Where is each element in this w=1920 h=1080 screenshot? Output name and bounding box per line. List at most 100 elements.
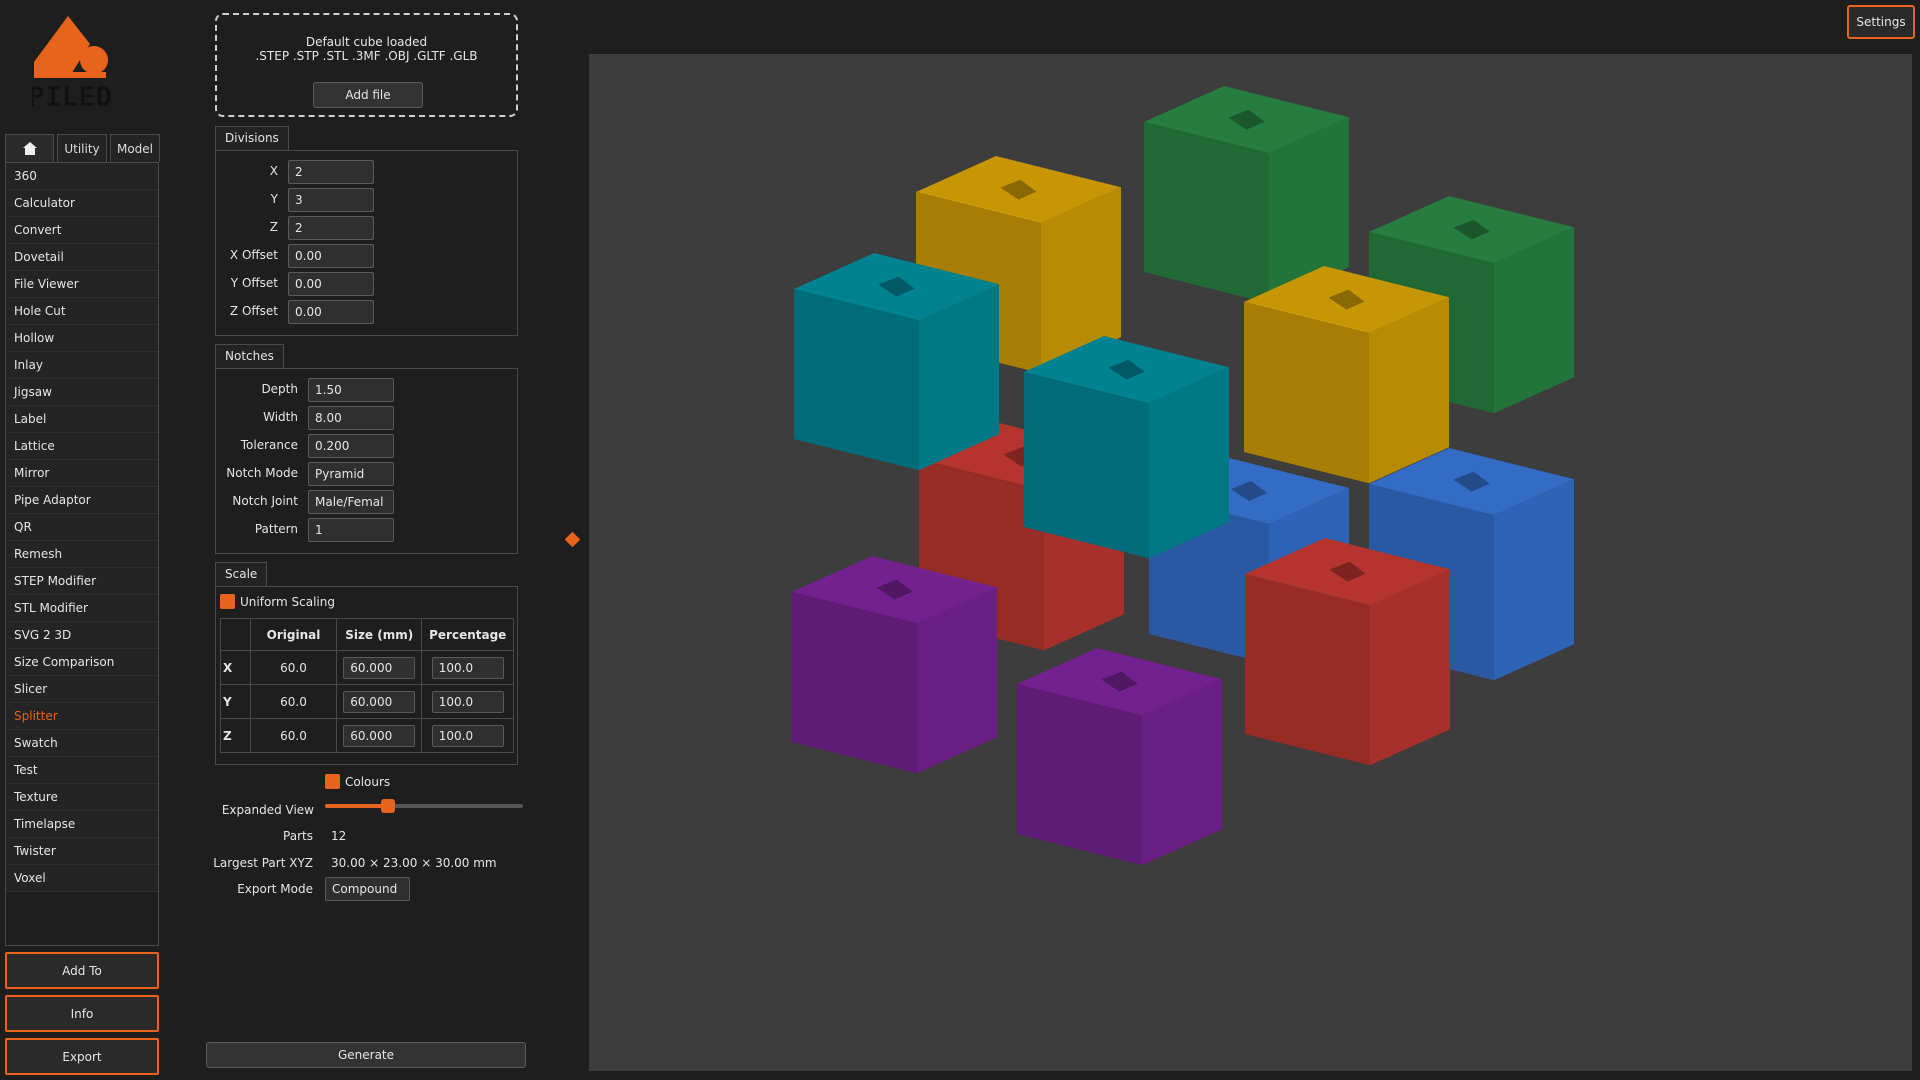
export-button[interactable]: Export bbox=[5, 1038, 159, 1075]
divisions-input-x[interactable]: 2 bbox=[288, 160, 374, 184]
part-10-left bbox=[792, 592, 917, 774]
part-0-left bbox=[1144, 122, 1269, 304]
percent-input[interactable]: 100.0 bbox=[431, 724, 504, 747]
tool-list: 360 Calculator Convert Dovetail File Viewer H… bbox=[5, 162, 159, 946]
divisions-input-z-offset[interactable]: 0.00 bbox=[288, 300, 374, 324]
panel-collapse-handle[interactable] bbox=[564, 531, 581, 548]
notches-input-width[interactable]: 8.00 bbox=[308, 406, 394, 430]
part-11-left bbox=[1017, 684, 1142, 866]
export-mode-label: Export Mode bbox=[237, 882, 313, 896]
percent-input[interactable]: 100.0 bbox=[431, 656, 504, 679]
size-cell: 60.000 bbox=[335, 684, 423, 719]
divisions-label-z: Z bbox=[269, 220, 278, 234]
size-input[interactable]: 60.000 bbox=[343, 656, 416, 679]
notches-label-width: Width bbox=[263, 410, 298, 424]
settings-button[interactable]: Settings bbox=[1847, 5, 1915, 39]
tool-item-jigsaw[interactable]: Jigsaw bbox=[6, 379, 158, 406]
checkbox-icon bbox=[220, 594, 235, 609]
col-original: Original bbox=[250, 618, 337, 651]
notches-input-tolerance[interactable]: 0.200 bbox=[308, 434, 394, 458]
tool-item-file-viewer[interactable]: File Viewer bbox=[6, 271, 158, 298]
tool-item-inlay[interactable]: Inlay bbox=[6, 352, 158, 379]
tool-item-swatch[interactable]: Swatch bbox=[6, 730, 158, 757]
notches-group: Depth 1.50 Width 8.00 Tolerance 0.200 Notch Mo… bbox=[215, 368, 518, 554]
slider-thumb[interactable] bbox=[381, 799, 396, 813]
generate-button[interactable]: Generate bbox=[206, 1042, 526, 1068]
tool-item-lattice[interactable]: Lattice bbox=[6, 433, 158, 460]
uniform-scaling-label: Uniform Scaling bbox=[240, 594, 335, 609]
tab-home[interactable] bbox=[5, 134, 54, 162]
tool-item-test[interactable]: Test bbox=[6, 757, 158, 784]
tool-item-slicer[interactable]: Slicer bbox=[6, 676, 158, 703]
slider-fill bbox=[325, 804, 389, 808]
tool-item-mirror[interactable]: Mirror bbox=[6, 460, 158, 487]
notches-label-notch-mode: Notch Mode bbox=[226, 466, 298, 480]
tool-item-hole-cut[interactable]: Hole Cut bbox=[6, 298, 158, 325]
percent-cell: 100.0 bbox=[421, 718, 514, 753]
notches-input-notch-joint[interactable]: Male/Femal bbox=[308, 490, 394, 514]
tool-tabs: Utility Model bbox=[5, 134, 160, 162]
split-cube-parts bbox=[792, 86, 1574, 866]
notches-input-notch-mode[interactable]: Pyramid bbox=[308, 462, 394, 486]
tool-item-calculator[interactable]: Calculator bbox=[6, 190, 158, 217]
tool-item-texture[interactable]: Texture bbox=[6, 784, 158, 811]
divisions-input-z[interactable]: 2 bbox=[288, 216, 374, 240]
home-icon bbox=[22, 142, 37, 155]
size-input[interactable]: 60.000 bbox=[343, 724, 416, 747]
info-button[interactable]: Info bbox=[5, 995, 159, 1032]
tool-item-dovetail[interactable]: Dovetail bbox=[6, 244, 158, 271]
row-axis: Y bbox=[220, 684, 251, 719]
row-axis: Z bbox=[220, 718, 251, 753]
tab-utility[interactable]: Utility bbox=[57, 134, 107, 162]
scale-tab[interactable]: Scale bbox=[215, 562, 268, 586]
percent-cell: 100.0 bbox=[421, 650, 514, 685]
piled-logo: PILED bbox=[32, 16, 112, 113]
file-drop-zone[interactable]: Default cube loaded .STEP .STP .STL .3MF… bbox=[215, 13, 518, 117]
notches-label-pattern: Pattern bbox=[254, 522, 298, 536]
expanded-view-slider[interactable] bbox=[325, 799, 523, 813]
part-8-left bbox=[794, 289, 919, 471]
logo-text: PILED bbox=[32, 80, 112, 113]
col-percentage: Percentage bbox=[421, 618, 514, 651]
tool-item-remesh[interactable]: Remesh bbox=[6, 541, 158, 568]
table-row: Z 60.0 60.000 100.0 bbox=[220, 718, 514, 753]
tab-model[interactable]: Model bbox=[110, 134, 160, 162]
notches-tab[interactable]: Notches bbox=[215, 344, 284, 368]
tool-item-svg-2-3d[interactable]: SVG 2 3D bbox=[6, 622, 158, 649]
divisions-input-y[interactable]: 3 bbox=[288, 188, 374, 212]
percent-cell: 100.0 bbox=[421, 684, 514, 719]
tool-item-twister[interactable]: Twister bbox=[6, 838, 158, 865]
splitter-panel: Default cube loaded .STEP .STP .STL .3MF… bbox=[205, 0, 540, 1080]
percent-input[interactable]: 100.0 bbox=[431, 690, 504, 713]
divisions-label-z-offset: Z Offset bbox=[229, 304, 278, 318]
tool-item-size-comparison[interactable]: Size Comparison bbox=[6, 649, 158, 676]
tool-item-stl-modifier[interactable]: STL Modifier bbox=[6, 595, 158, 622]
divisions-tab[interactable]: Divisions bbox=[215, 126, 289, 150]
divisions-input-y-offset[interactable]: 0.00 bbox=[288, 272, 374, 296]
tool-item-voxel[interactable]: Voxel bbox=[6, 865, 158, 892]
parts-label: Parts bbox=[283, 829, 313, 843]
tool-item-qr[interactable]: QR bbox=[6, 514, 158, 541]
tool-item-convert[interactable]: Convert bbox=[6, 217, 158, 244]
add-file-button[interactable]: Add file bbox=[313, 82, 423, 108]
expanded-view-label: Expanded View bbox=[221, 803, 314, 817]
notches-input-pattern[interactable]: 1 bbox=[308, 518, 394, 542]
notches-input-depth[interactable]: 1.50 bbox=[308, 378, 394, 402]
3d-viewport[interactable] bbox=[589, 54, 1912, 1071]
tool-item-splitter[interactable]: Splitter bbox=[6, 703, 158, 730]
tool-item-timelapse[interactable]: Timelapse bbox=[6, 811, 158, 838]
part-3-left bbox=[1244, 302, 1369, 484]
tool-item-360[interactable]: 360 bbox=[6, 163, 158, 190]
colours-checkbox[interactable]: Colours bbox=[325, 774, 390, 789]
divisions-input-x-offset[interactable]: 0.00 bbox=[288, 244, 374, 268]
scale-table: Original Size (mm) Percentage X 60.0 60.00… bbox=[220, 618, 514, 753]
export-mode-select[interactable]: Compound bbox=[325, 877, 410, 901]
tool-item-label[interactable]: Label bbox=[6, 406, 158, 433]
add-to-button[interactable]: Add To bbox=[5, 952, 159, 989]
tool-item-step-modifier[interactable]: STEP Modifier bbox=[6, 568, 158, 595]
checkbox-icon bbox=[325, 774, 340, 789]
tool-item-pipe-adaptor[interactable]: Pipe Adaptor bbox=[6, 487, 158, 514]
size-input[interactable]: 60.000 bbox=[343, 690, 416, 713]
tool-item-hollow[interactable]: Hollow bbox=[6, 325, 158, 352]
uniform-scaling-checkbox[interactable]: Uniform Scaling bbox=[220, 594, 335, 609]
